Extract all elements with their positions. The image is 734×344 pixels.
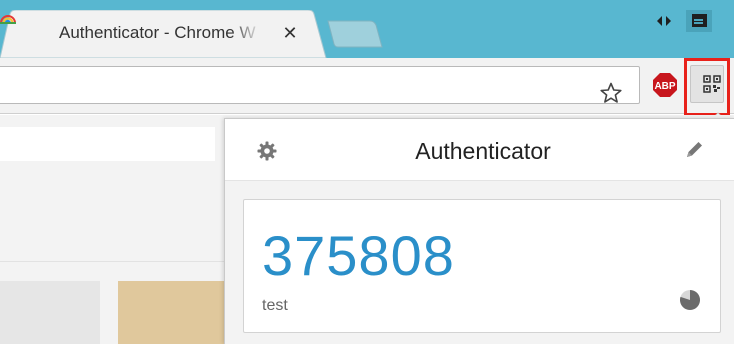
adblock-label: ABP xyxy=(654,81,675,92)
swap-arrows-icon[interactable] xyxy=(656,14,672,28)
star-icon[interactable] xyxy=(599,81,623,105)
countdown-pie-icon xyxy=(680,290,700,310)
gear-icon[interactable] xyxy=(257,141,277,161)
new-tab-button[interactable] xyxy=(326,20,384,48)
authenticator-popup: Authenticator 375808 test xyxy=(224,118,734,344)
popup-title: Authenticator xyxy=(415,138,551,164)
popup-body: 375808 test xyxy=(225,181,734,344)
authenticator-extension-highlight xyxy=(684,58,730,116)
browser-toolbar: ABP xyxy=(0,58,734,116)
account-name: test xyxy=(262,297,288,314)
tab-authenticator[interactable]: Authenticator - Chrome W ✕ xyxy=(0,10,340,58)
adblock-plus-icon[interactable]: ABP xyxy=(652,72,678,98)
pencil-icon[interactable] xyxy=(683,139,705,161)
address-bar[interactable] xyxy=(0,66,640,104)
page-search-bar xyxy=(0,127,215,161)
authenticator-extension-button[interactable] xyxy=(690,65,724,103)
page-divider xyxy=(0,261,224,262)
tab-title: Authenticator - Chrome W xyxy=(59,23,256,42)
popup-header: Authenticator xyxy=(225,119,734,181)
tab-strip: Authenticator - Chrome W ✕ xyxy=(0,0,734,58)
tab-close-icon[interactable]: ✕ xyxy=(280,23,300,43)
qr-code-icon xyxy=(703,75,721,93)
page-card xyxy=(0,281,100,344)
profile-window-icon[interactable] xyxy=(686,10,712,32)
page-card xyxy=(118,281,224,344)
rainbow-icon xyxy=(0,15,16,24)
account-entry[interactable]: 375808 test xyxy=(243,199,721,333)
otp-code[interactable]: 375808 xyxy=(262,226,455,286)
